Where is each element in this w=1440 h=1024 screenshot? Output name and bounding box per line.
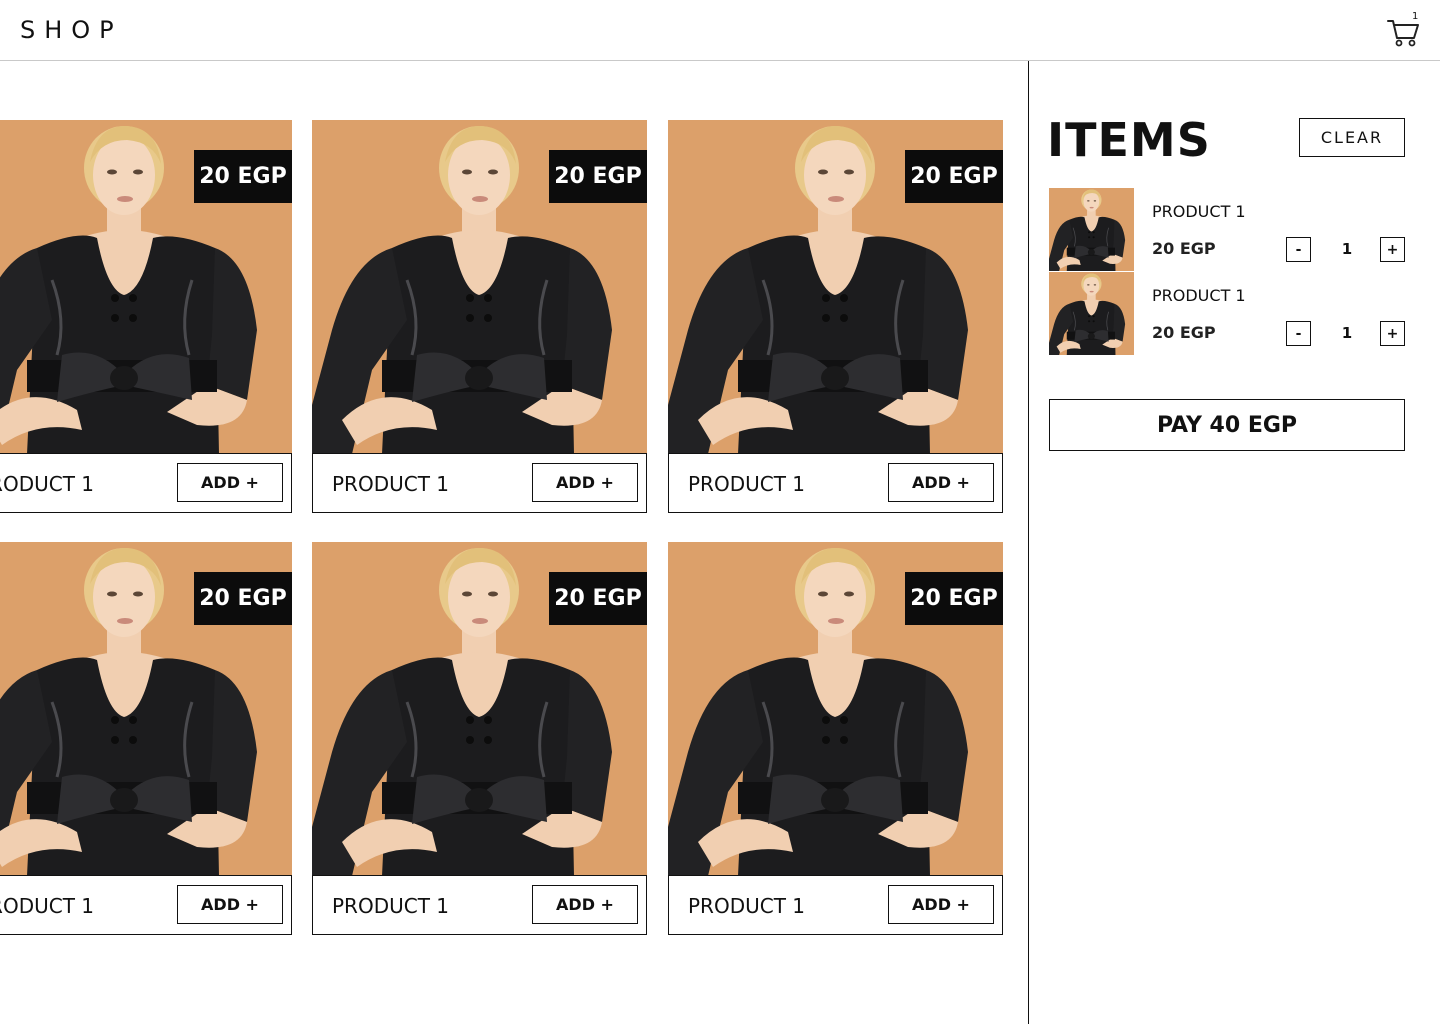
add-to-cart-button[interactable]: ADD +	[888, 463, 994, 502]
add-to-cart-button[interactable]: ADD +	[177, 463, 283, 502]
product-footer: PRODUCT 1 ADD +	[668, 875, 1003, 935]
cart-sidebar: ITEMS CLEAR PRODUCT 1 20 EGP - 1 + PRODU…	[1028, 61, 1440, 1024]
shop-logo[interactable]: SHOP	[20, 16, 123, 44]
cart-item-name: PRODUCT 1	[1152, 202, 1246, 221]
product-image[interactable]: 20 EGP	[312, 120, 647, 454]
product-image[interactable]: 20 EGP	[0, 542, 292, 876]
cart-item-thumbnail	[1049, 188, 1134, 271]
product-card: 20 EGP PRODUCT 1 ADD +	[312, 542, 647, 935]
cart-item-name: PRODUCT 1	[1152, 286, 1246, 305]
cart-item: PRODUCT 1 20 EGP - 1 +	[1049, 188, 1405, 272]
product-image[interactable]: 20 EGP	[668, 120, 1003, 454]
clear-cart-button[interactable]: CLEAR	[1299, 118, 1405, 157]
product-card: 20 EGP PRODUCT 1 ADD +	[668, 542, 1003, 935]
cart-item-thumbnail	[1049, 272, 1134, 355]
product-card: 20 EGP PRODUCT 1 ADD +	[0, 542, 292, 935]
product-grid: 20 EGP PRODUCT 1 ADD + 20 EGP PRODUCT 1 …	[0, 62, 1028, 1024]
price-tag: 20 EGP	[905, 572, 1003, 625]
product-name: PRODUCT 1	[688, 894, 806, 918]
product-name: PRODUCT 1	[0, 894, 95, 918]
product-footer: PRODUCT 1 ADD +	[0, 875, 292, 935]
top-navigation-bar: SHOP 1	[0, 0, 1440, 61]
cart-count-badge: 1	[1412, 11, 1419, 22]
product-card: 20 EGP PRODUCT 1 ADD +	[668, 120, 1003, 513]
price-tag: 20 EGP	[549, 572, 647, 625]
decrease-quantity-button[interactable]: -	[1286, 237, 1311, 262]
product-image[interactable]: 20 EGP	[0, 120, 292, 454]
add-to-cart-button[interactable]: ADD +	[532, 463, 638, 502]
price-tag: 20 EGP	[194, 150, 292, 203]
product-image[interactable]: 20 EGP	[668, 542, 1003, 876]
cart-item-quantity: 1	[1341, 240, 1353, 258]
cart-item-price: 20 EGP	[1152, 239, 1216, 258]
product-footer: PRODUCT 1 ADD +	[312, 875, 647, 935]
pay-button[interactable]: PAY 40 EGP	[1049, 399, 1405, 451]
product-name: PRODUCT 1	[688, 472, 806, 496]
cart-item-price: 20 EGP	[1152, 323, 1216, 342]
product-image[interactable]: 20 EGP	[312, 542, 647, 876]
price-tag: 20 EGP	[194, 572, 292, 625]
add-to-cart-button[interactable]: ADD +	[177, 885, 283, 924]
product-footer: PRODUCT 1 ADD +	[312, 453, 647, 513]
increase-quantity-button[interactable]: +	[1380, 237, 1405, 262]
product-footer: PRODUCT 1 ADD +	[668, 453, 1003, 513]
increase-quantity-button[interactable]: +	[1380, 321, 1405, 346]
price-tag: 20 EGP	[905, 150, 1003, 203]
product-card: 20 EGP PRODUCT 1 ADD +	[312, 120, 647, 513]
product-card: 20 EGP PRODUCT 1 ADD +	[0, 120, 292, 513]
product-name: PRODUCT 1	[0, 472, 95, 496]
cart-title: ITEMS	[1047, 113, 1211, 167]
add-to-cart-button[interactable]: ADD +	[532, 885, 638, 924]
product-name: PRODUCT 1	[332, 472, 450, 496]
product-footer: PRODUCT 1 ADD +	[0, 453, 292, 513]
decrease-quantity-button[interactable]: -	[1286, 321, 1311, 346]
cart-item-quantity: 1	[1341, 324, 1353, 342]
price-tag: 20 EGP	[549, 150, 647, 203]
add-to-cart-button[interactable]: ADD +	[888, 885, 994, 924]
product-name: PRODUCT 1	[332, 894, 450, 918]
cart-item: PRODUCT 1 20 EGP - 1 +	[1049, 272, 1405, 356]
